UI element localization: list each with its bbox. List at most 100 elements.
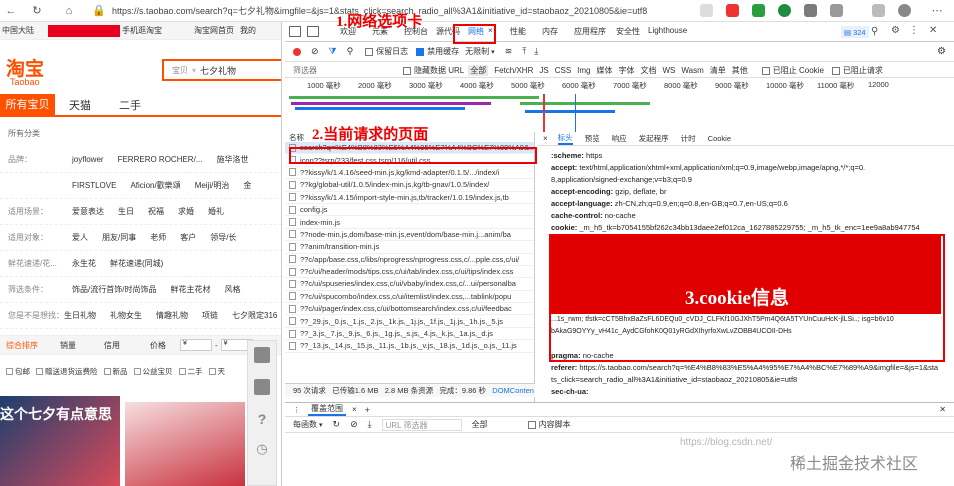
more-icon[interactable]: ⋮ [909,25,919,36]
filter-value[interactable]: 生日 [118,206,134,217]
tab-6[interactable]: 内存 [542,26,558,37]
feedback-icon[interactable]: ⚲ [871,26,878,37]
request-row[interactable]: ??anim/transition-min.js [285,241,534,254]
request-row[interactable]: ??node-min.js,dom/base-min.js,event/dom/… [285,229,534,242]
stop-icon[interactable]: ⊘ [350,419,358,430]
filter-value[interactable]: 鲜花主花材 [170,284,210,295]
network-settings-icon[interactable]: ⚙ [937,46,946,57]
more-icon[interactable]: ⋯ [930,4,944,18]
url-filter-input[interactable]: URL 筛选器 [381,418,462,431]
device-icon[interactable] [307,26,319,37]
search-type[interactable]: 宝贝 [172,65,188,76]
filter-value[interactable]: 施华洛世 [216,154,248,165]
tab-7[interactable]: 应用程序 [574,26,606,37]
home-icon[interactable]: ⌂ [62,4,76,18]
filter-value[interactable]: 爱人 [72,232,88,243]
request-row[interactable]: index-min.js [285,216,534,229]
detail-tab-3[interactable]: 发起程序 [639,133,669,144]
close-drawer-icon[interactable]: ✕ [939,405,946,414]
product-image[interactable] [125,402,245,486]
request-row[interactable]: ??c/ui/pager/index.css,c/ui/bottomsearch… [285,303,534,316]
filter-type[interactable]: CSS [555,66,571,75]
extension-icon[interactable] [700,4,713,17]
request-row[interactable]: ??kg/global-util/1.0.5/index-min.js,kg/t… [285,179,534,192]
checkbox[interactable] [36,367,43,375]
filter-value[interactable]: 祝福 [148,206,164,217]
throttle-select[interactable]: 无限制 [465,46,489,57]
content-scripts-checkbox[interactable] [527,420,536,429]
record-icon[interactable] [293,47,301,56]
checkbox[interactable] [103,367,111,375]
filter-type[interactable]: 清单 [710,65,726,76]
banner-image[interactable]: 这个七夕有点意思 [0,396,120,486]
detail-tab-4[interactable]: 计时 [681,133,696,144]
request-row[interactable]: ??_3.js,_7.js,_9.js,_6.js,_1g.js,_s.js,_… [285,328,534,341]
extension-icon[interactable] [752,4,765,17]
filter-value[interactable]: 老师 [150,232,166,243]
filter-value[interactable]: 鲜花速递(同城) [110,258,163,269]
tab-coverage[interactable]: 覆盖范围 [308,403,346,416]
hide-data-url-checkbox[interactable] [403,66,411,75]
extension-icon[interactable] [726,4,739,17]
detail-tab-1[interactable]: 预览 [585,133,600,144]
my-link[interactable]: 我的 [240,25,256,36]
request-row[interactable]: ??c/ui/spuseries/index.css,c/ui/vbaby/in… [285,278,534,291]
sort-credit[interactable]: 信用 [104,340,150,351]
export-icon[interactable]: ⤓ [534,46,538,57]
filter-value[interactable]: 七夕限定316 [232,310,277,321]
back-icon[interactable]: ← [4,4,18,18]
request-row[interactable]: ??c/ui/spucombo/index.css,c/ui/itemlist/… [285,291,534,304]
filter-type[interactable]: WS [663,66,676,75]
price-min[interactable]: ¥ [180,339,212,351]
filter-icon[interactable]: ⧩ [329,46,337,57]
tab-secondhand[interactable]: 二手 [105,97,155,113]
filter-value[interactable]: 爱意表达 [72,206,104,217]
tab-tmall[interactable]: 天猫 [55,97,105,113]
filter-type[interactable]: 文档 [641,65,657,76]
close-icon[interactable]: ✕ [929,25,937,36]
gift-icon[interactable] [254,347,270,363]
filter-value[interactable]: 生日礼物 [64,310,96,321]
extension-icon[interactable] [804,4,817,17]
help-icon[interactable]: ? [254,411,270,427]
tab-9[interactable]: Lighthouse [648,26,687,35]
preserve-log-checkbox[interactable] [365,47,374,56]
extension-icon[interactable] [778,4,791,17]
filter-value[interactable]: 饰品/流行首饰/时尚饰品 [72,284,156,295]
collections-icon[interactable] [872,4,885,17]
tab-all-items[interactable]: 所有宝贝 [0,94,55,116]
sort-sales[interactable]: 销量 [60,340,104,351]
filter-type[interactable]: Fetch/XHR [494,66,533,75]
request-row[interactable]: ??kissy/k/1.4.15/import-style-min.js,tb/… [285,192,534,204]
issues-badge[interactable]: ▤ 324 [841,26,869,38]
detail-tab-0[interactable]: 标头 [557,132,573,145]
mobile-link[interactable]: 手机逛淘宝 [122,25,162,36]
blocked-cookies-checkbox[interactable] [761,66,770,75]
filter-type[interactable]: Wasm [681,66,703,75]
request-row[interactable]: ??c/ui/header/mods/tips.css,c/ui/tab/ind… [285,266,534,279]
type-select[interactable]: 全部 [472,419,488,430]
filter-value[interactable]: Meiji/明治 [195,180,230,191]
tab-8[interactable]: 安全性 [616,26,640,37]
filter-type[interactable]: 其他 [732,65,748,76]
import-icon[interactable]: ⤒ [522,46,526,57]
home-link[interactable]: 淘宝网首页 [194,25,234,36]
filter-type[interactable]: 全部 [468,65,489,76]
sort-price[interactable]: 价格 [150,340,180,351]
edit-icon[interactable] [254,379,270,395]
add-tab-icon[interactable]: + [365,405,370,415]
request-row[interactable]: ??c/app/base.css,c/libs/nprogress/nprogr… [285,254,534,266]
clock-icon[interactable]: ◷ [254,441,270,457]
search-input[interactable]: 七夕礼物 [200,64,236,77]
request-row[interactable]: ??kissy/k/1.4.16/seed-min.js,kg/kmd-adap… [285,167,534,180]
sort-default[interactable]: 综合排序 [6,340,50,351]
online-icon[interactable]: ≋ [505,46,513,57]
blocked-requests-checkbox[interactable] [831,66,840,75]
request-row[interactable]: ??_13.js,_14.js,_15.js,_11.js,_1b.js,_v.… [285,340,534,353]
clear-icon[interactable]: ⊘ [311,46,319,57]
search-box[interactable]: 宝贝 ▾ 七夕礼物 [162,59,281,81]
checkbox[interactable] [208,367,216,375]
filter-input[interactable]: 筛选器 [293,65,403,76]
request-row[interactable]: ??_29.js,_0.js,_1.js,_2.js,_1k.js,_1j.js… [285,315,534,328]
checkbox[interactable] [6,367,13,375]
